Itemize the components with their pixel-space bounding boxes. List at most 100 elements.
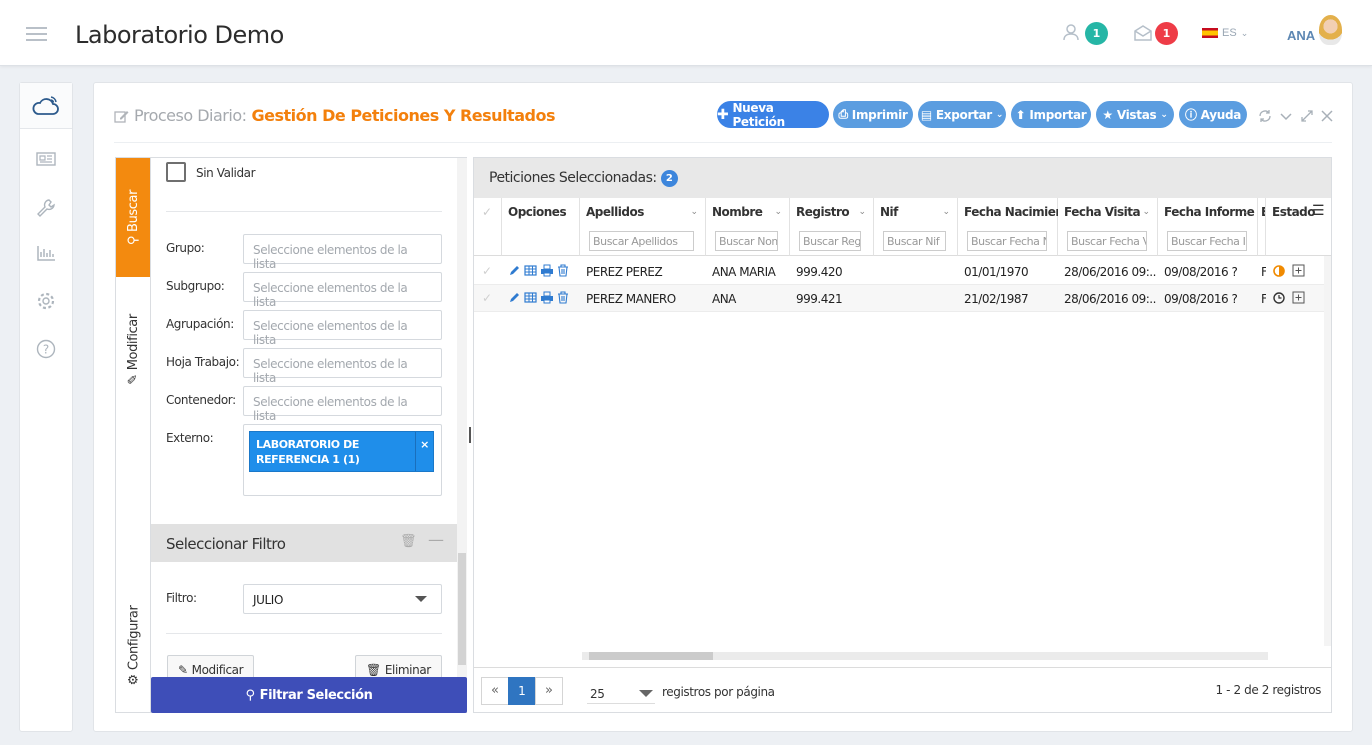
col-fecha-informe-label: Fecha Informe [1164, 205, 1255, 219]
col-nombre[interactable]: Nombre ⌄ Buscar Nom [706, 198, 790, 256]
import-button[interactable]: ⬆ Importar [1011, 101, 1091, 128]
sidebar-item-cloud[interactable] [20, 83, 72, 129]
sidebar-item-stats[interactable] [20, 233, 72, 273]
cell-registro: 999.421 [796, 292, 843, 306]
modify-filter-label: Modificar [191, 663, 244, 677]
check-icon: ✓ [482, 205, 493, 219]
sidebar-item-tools[interactable] [20, 188, 72, 228]
next-page-button[interactable]: » [535, 677, 563, 705]
divider [166, 633, 442, 634]
grid-horizontal-scrollbar[interactable] [582, 652, 1268, 660]
trash-icon[interactable] [557, 264, 569, 277]
chevron-down-icon[interactable]: ⌄ [774, 206, 782, 217]
externo-tag: LABORATORIO DE REFERENCIA 1 (1) × [249, 431, 434, 472]
refresh-icon [1259, 110, 1271, 122]
trash-icon[interactable]: 🗑 [400, 534, 417, 549]
chevron-down-icon [1280, 113, 1292, 121]
expand-row-icon[interactable] [1292, 291, 1305, 304]
row-check-icon[interactable]: ✓ [482, 291, 492, 305]
printer-icon[interactable] [540, 264, 554, 277]
apply-filter-button[interactable]: ⚲ Filtrar Selección [151, 677, 467, 713]
app-title: Laboratorio Demo [75, 21, 284, 49]
chevron-down-icon[interactable]: ⌄ [1142, 206, 1150, 217]
sin-validar-checkbox[interactable] [166, 162, 186, 182]
grupo-select[interactable]: Seleccione elementos de la lista [243, 234, 442, 271]
trash-icon[interactable] [557, 291, 569, 304]
col-estado[interactable]: Estado ☰ [1266, 198, 1331, 256]
registro-filter[interactable]: Buscar Reg [799, 231, 861, 251]
collapse-button[interactable] [1279, 109, 1293, 126]
user-name[interactable]: ANA [1287, 28, 1315, 43]
select-all-header[interactable]: ✓ [474, 198, 502, 256]
expand-button[interactable] [1300, 109, 1314, 126]
sidebar-item-settings[interactable] [20, 281, 72, 321]
print-button[interactable]: ⎙ Imprimir [833, 101, 913, 128]
chevron-down-icon[interactable]: ⌄ [690, 206, 698, 217]
table-row[interactable]: ✓ PEREZ PEREZ ANA MARIA 999.420 01/01/19… [474, 258, 1324, 285]
nif-filter[interactable]: Buscar Nif [883, 231, 946, 251]
views-button[interactable]: ★ Vistas ⌄ [1096, 101, 1174, 128]
tag-remove-icon[interactable]: × [415, 432, 433, 471]
row-check-icon[interactable]: ✓ [482, 264, 492, 278]
tab-configure[interactable]: ⚙ Configurar [116, 578, 151, 712]
filter-scrollbar[interactable] [457, 158, 467, 712]
refresh-button[interactable] [1258, 109, 1272, 126]
fecha-nacimiento-filter[interactable]: Buscar Fecha N [967, 231, 1047, 251]
contacts-button[interactable] [1062, 22, 1082, 45]
nombre-filter[interactable]: Buscar Nom [715, 231, 778, 251]
page-size-select[interactable]: 25 [587, 678, 655, 704]
cell-e: F [1261, 292, 1266, 306]
chevron-down-icon[interactable]: ⌄ [1242, 206, 1250, 217]
col-apellidos[interactable]: Apellidos ⌄ Buscar Apellidos [580, 198, 706, 256]
col-registro[interactable]: Registro ⌄ Buscar Reg [790, 198, 874, 256]
grid-icon[interactable] [524, 264, 537, 277]
prev-page-button[interactable]: « [481, 677, 509, 705]
messages-button[interactable] [1133, 24, 1153, 45]
chevron-down-icon[interactable]: ⌄ [858, 206, 866, 217]
apellidos-filter[interactable]: Buscar Apellidos [589, 231, 694, 251]
help-button[interactable]: ⓘ Ayuda [1179, 101, 1247, 128]
grid-vertical-scrollbar[interactable] [1324, 256, 1331, 646]
avatar[interactable] [1319, 15, 1342, 45]
table-row[interactable]: ✓ PEREZ MANERO ANA 999.421 21/02/1987 28… [474, 285, 1324, 312]
subgrupo-select[interactable]: Seleccione elementos de la lista [243, 272, 442, 309]
page-title-prefix: Proceso Diario: [134, 106, 247, 125]
records-summary: 1 - 2 de 2 registros [1215, 683, 1321, 697]
language-selector[interactable]: ES ⌄ [1202, 27, 1248, 39]
fecha-informe-filter[interactable]: Buscar Fecha I [1167, 231, 1247, 251]
sidebar-item-news[interactable] [20, 139, 72, 179]
sidebar-item-help[interactable]: ? [20, 329, 72, 369]
page-1-button[interactable]: 1 [508, 677, 536, 705]
pencil-icon[interactable] [508, 264, 521, 277]
pencil-icon[interactable] [508, 291, 521, 304]
col-fecha-informe[interactable]: Fecha Informe ⌄ Buscar Fecha I [1158, 198, 1258, 256]
filtro-select[interactable]: JULIO [243, 584, 442, 614]
agrupacion-select[interactable]: Seleccione elementos de la lista [243, 310, 442, 347]
edit-icon: ✎ [178, 663, 188, 677]
star-icon: ★ [1102, 107, 1113, 122]
close-button[interactable] [1320, 109, 1334, 126]
minimize-icon[interactable]: — [428, 530, 444, 549]
trash-icon: 🗑 [366, 663, 381, 677]
printer-icon[interactable] [540, 291, 554, 304]
col-fecha-nacimiento[interactable]: Fecha Nacimien... Buscar Fecha N [958, 198, 1076, 256]
menu-icon[interactable] [26, 27, 47, 41]
col-e[interactable]: E [1258, 198, 1266, 256]
filter-panel: Sin Validar Grupo: Seleccione elementos … [150, 157, 468, 713]
fecha-visita-filter[interactable]: Buscar Fecha V [1067, 231, 1147, 251]
column-menu-icon[interactable]: ☰ [1312, 202, 1325, 219]
grid-icon[interactable] [524, 291, 537, 304]
apply-filter-label: Filtrar Selección [259, 687, 373, 703]
export-button[interactable]: ▤ Exportar ⌄ [918, 101, 1006, 128]
cell-fecha-nacimiento: 21/02/1987 [964, 292, 1029, 306]
tab-search[interactable]: ⚲ Buscar [116, 158, 151, 277]
svg-text:?: ? [43, 343, 49, 357]
new-request-button[interactable]: ✚ Nueva Petición [717, 101, 829, 129]
hoja-trabajo-select[interactable]: Seleccione elementos de la lista [243, 348, 442, 385]
contenedor-select[interactable]: Seleccione elementos de la lista [243, 386, 442, 423]
expand-row-icon[interactable] [1292, 264, 1305, 277]
chevron-down-icon[interactable]: ⌄ [942, 206, 950, 217]
tab-modify[interactable]: ✎ Modificar [116, 277, 151, 422]
col-fecha-visita[interactable]: Fecha Visita ⌄ Buscar Fecha V [1058, 198, 1158, 256]
col-nif[interactable]: Nif ⌄ Buscar Nif [874, 198, 958, 256]
